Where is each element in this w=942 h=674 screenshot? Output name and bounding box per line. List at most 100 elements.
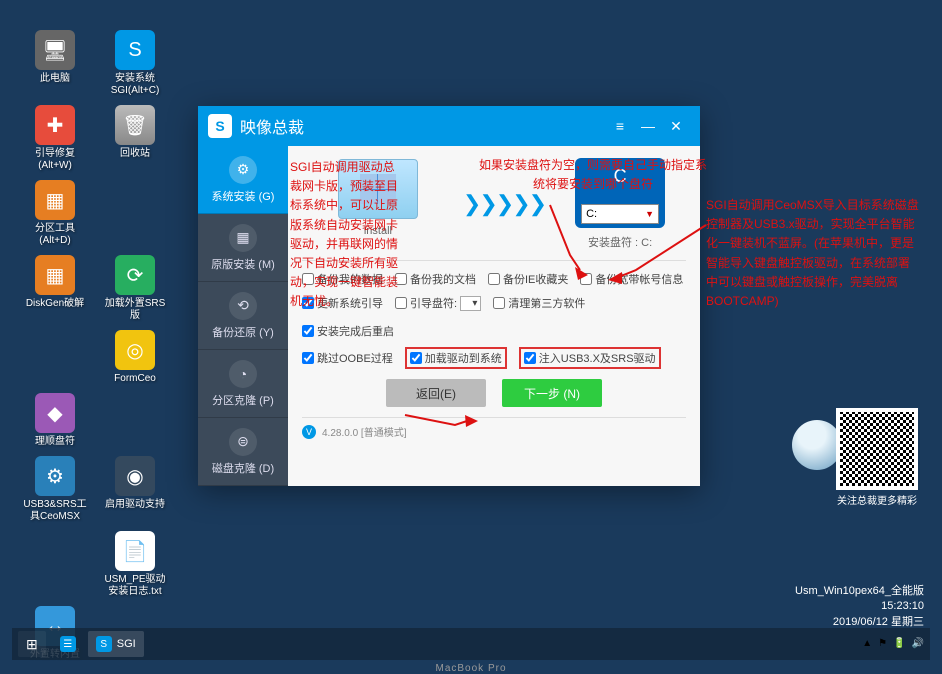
boot-drive-select[interactable]: ▾ — [460, 296, 481, 311]
option-checkbox[interactable]: 注入USB3.X及SRS驱动 — [519, 347, 661, 369]
desktop-icon[interactable]: ◎FormCeo — [100, 330, 170, 385]
desktop-icon[interactable]: ⟳加载外置SRS版 — [100, 255, 170, 322]
checkbox-label: 更新系统引导 — [317, 295, 383, 311]
checkbox-label: 引导盘符: — [410, 295, 457, 311]
option-checkbox[interactable]: 更新系统引导 — [302, 295, 383, 311]
sidebar-item[interactable]: ⊜磁盘克隆 (D) — [198, 418, 288, 486]
checkbox-input[interactable] — [302, 352, 314, 364]
checkbox-label: 加载驱动到系统 — [425, 350, 502, 366]
taskbar-app[interactable]: SSGI — [88, 631, 144, 657]
checkbox-input[interactable] — [410, 352, 422, 364]
checkbox-input[interactable] — [524, 352, 536, 364]
menu-button[interactable]: ≡ — [606, 118, 634, 134]
desktop-icon-label: 引导修复(Alt+W) — [35, 148, 75, 172]
version-text: 4.28.0.0 [普通模式] — [322, 424, 406, 439]
next-button[interactable]: 下一步 (N) — [502, 379, 602, 407]
qr-label: 关注总裁更多精彩 — [836, 492, 918, 507]
sidebar-label: 原版安装 (M) — [211, 256, 275, 272]
taskbar-app-icon: S — [96, 636, 112, 652]
sidebar-label: 系统安装 (G) — [212, 188, 275, 204]
sidebar-item[interactable]: ▦ 原版安装 (M) — [198, 214, 288, 282]
footer-bar: V 4.28.0.0 [普通模式] — [302, 417, 686, 439]
sidebar-item[interactable]: ⚙ 系统安装 (G) — [198, 146, 288, 214]
desktop-icon-glyph: ▦ — [35, 180, 75, 220]
checkbox-label: 备份我的数据 — [317, 271, 383, 287]
checkbox-input[interactable] — [395, 273, 407, 285]
window-title: 映像总裁 — [240, 114, 606, 138]
sidebar-item[interactable]: ◔分区克隆 (P) — [198, 350, 288, 418]
desktop-icon[interactable]: ⚙USB3&SRS工具CeoMSX — [20, 456, 90, 523]
desktop-icon-glyph: 🗑 — [115, 105, 155, 145]
titlebar[interactable]: S 映像总裁 ≡ — ✕ — [198, 106, 700, 146]
target-disk-group: C C: ▼ 安装盘符 : C: — [575, 158, 665, 250]
checkbox-input[interactable] — [493, 297, 505, 309]
option-checkbox[interactable]: 加载驱动到系统 — [405, 347, 507, 369]
close-button[interactable]: ✕ — [662, 118, 690, 135]
desktop-icon[interactable]: ◆ 理顺盘符 — [20, 393, 90, 448]
tray-build: Usm_Win10pex64_全能版 — [795, 584, 924, 599]
sidebar-item[interactable]: ⟲备份还原 (Y) — [198, 282, 288, 350]
target-label: 安装盘符 : C: — [575, 234, 665, 250]
tray-icon[interactable]: 🔊 — [912, 638, 924, 649]
drive-select-value: C: — [586, 208, 597, 220]
minimize-button[interactable]: — — [634, 118, 662, 134]
start-button[interactable]: ⊞ — [18, 631, 46, 657]
back-button[interactable]: 返回(E) — [386, 379, 486, 407]
tray-icon[interactable]: ▲ — [862, 638, 872, 649]
desktop-icon-label: 分区工具(Alt+D) — [35, 223, 75, 247]
arrows-icon: ❯❯❯❯❯ — [463, 191, 545, 217]
desktop-icon-glyph: ⟳ — [115, 255, 155, 295]
mascot-icon — [792, 420, 842, 470]
option-checkbox[interactable]: 引导盘符: ▾ — [395, 295, 481, 311]
desktop-icon-glyph: ◆ — [35, 393, 75, 433]
sidebar-label: 分区克隆 (P) — [212, 392, 274, 408]
checkbox-input[interactable] — [302, 325, 314, 337]
desktop-icon[interactable]: ▦DiskGen破解 — [20, 255, 90, 322]
qr-code: 关注总裁更多精彩 — [836, 408, 918, 507]
desktop-icon[interactable]: 🗑回收站 — [100, 105, 170, 172]
tray-icons[interactable]: ▲ ⚑ 🔋 🔊 — [862, 638, 924, 649]
desktop-icon[interactable]: ▦ 分区工具(Alt+D) — [20, 180, 90, 247]
desktop-icon[interactable]: 🖥此电脑 — [20, 30, 90, 97]
tray-icon[interactable]: 🔋 — [893, 638, 905, 649]
desktop-icon-glyph: 📄 — [115, 531, 155, 571]
checkbox-label: 跳过OOBE过程 — [317, 350, 393, 366]
sidebar-icon: ▦ — [229, 224, 257, 252]
tray-icon[interactable]: ⚑ — [878, 638, 887, 649]
desktop-icon[interactable]: ◉ 启用驱动支持 — [100, 456, 170, 523]
drive-select[interactable]: C: ▼ — [581, 204, 659, 224]
checkbox-input[interactable] — [395, 297, 407, 309]
checkbox-label: 备份我的文档 — [410, 271, 476, 287]
checkbox-input[interactable] — [580, 273, 592, 285]
option-checkbox[interactable]: 备份我的数据 — [302, 271, 383, 287]
desktop-icon-label: 安装系统SGI(Alt+C) — [111, 73, 160, 97]
taskbar-app-icon: ☰ — [60, 636, 76, 652]
checkbox-input[interactable] — [302, 297, 314, 309]
sgi-window: S 映像总裁 ≡ — ✕ ⚙ 系统安装 (G) ▦ 原版安装 (M) ⟲备份还原 (Y)… — [198, 106, 700, 486]
option-checkbox[interactable]: 跳过OOBE过程 — [302, 347, 393, 369]
option-checkbox[interactable]: 备份宽带帐号信息 — [580, 271, 683, 287]
desktop-icon-glyph: ◉ — [115, 456, 155, 496]
checkbox-input[interactable] — [302, 273, 314, 285]
option-checkbox[interactable]: 安装完成后重启 — [302, 323, 394, 339]
option-checkbox[interactable]: 备份我的文档 — [395, 271, 476, 287]
taskbar-app[interactable]: ☰ — [52, 631, 84, 657]
source-label: install — [364, 225, 392, 237]
checkbox-label: 备份IE收藏夹 — [503, 271, 568, 287]
desktop-icon-label: 理顺盘符 — [35, 436, 75, 448]
desktop-icon-glyph: ◎ — [115, 330, 155, 370]
desktop-icon-glyph: 🖥 — [35, 30, 75, 70]
sidebar-icon: ⚙ — [229, 156, 257, 184]
app-logo-icon: S — [208, 114, 232, 138]
desktop-icon[interactable]: ✚引导修复(Alt+W) — [20, 105, 90, 172]
checkbox-label: 备份宽带帐号信息 — [595, 271, 683, 287]
checkbox-input[interactable] — [488, 273, 500, 285]
desktop-icon[interactable]: S安装系统SGI(Alt+C) — [100, 30, 170, 97]
desktop-icon[interactable]: 📄USM_PE驱动安装日志.txt — [100, 531, 170, 598]
option-checkbox[interactable]: 清理第三方软件 — [493, 295, 585, 311]
desktop-icon-label: 启用驱动支持 — [105, 499, 165, 511]
sidebar-icon: ⟲ — [229, 292, 257, 320]
desktop-icon-glyph: ⚙ — [35, 456, 75, 496]
option-checkbox[interactable]: 备份IE收藏夹 — [488, 271, 568, 287]
tray-time: 15:23:10 — [795, 599, 924, 614]
